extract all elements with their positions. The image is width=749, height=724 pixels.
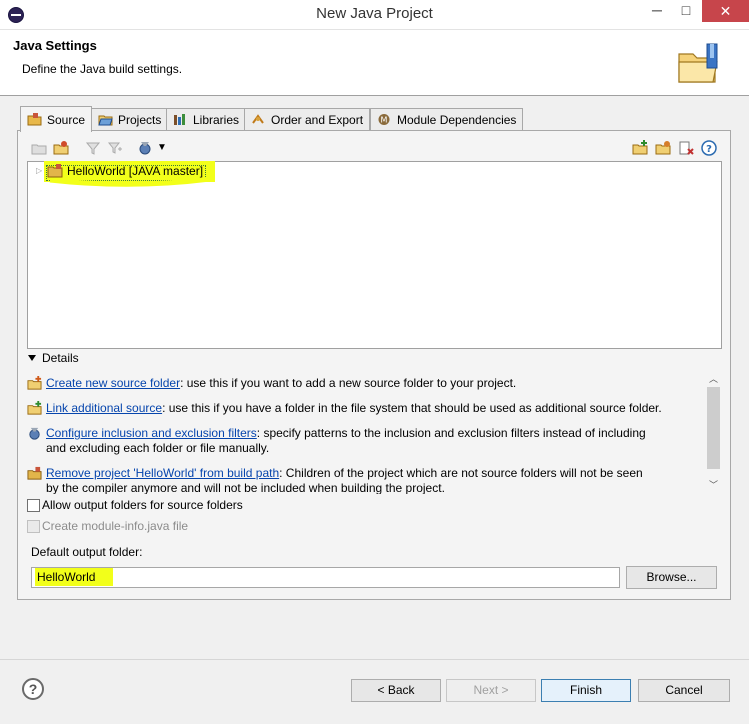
default-output-label: Default output folder: — [31, 545, 143, 559]
details-toggle[interactable]: Details — [28, 351, 79, 365]
highlight-stroke — [49, 176, 211, 187]
tab-label: Projects — [118, 112, 162, 127]
tab-label: Module Dependencies — [397, 112, 517, 127]
help-icon[interactable]: ? — [701, 140, 717, 156]
source-folder-icon — [27, 113, 42, 126]
collapse-icon — [28, 355, 36, 361]
filter-disabled-icon[interactable] — [85, 140, 101, 156]
tab-order-and-export[interactable]: Order and Export — [244, 108, 371, 130]
link-source-icon — [27, 401, 42, 415]
browse-button[interactable]: Browse... — [626, 566, 717, 589]
details-label: Details — [42, 351, 79, 365]
scroll-down-icon[interactable]: ﹀ — [705, 478, 722, 492]
tab-libraries[interactable]: Libraries — [166, 108, 247, 130]
filter-edit-disabled-icon[interactable] — [107, 140, 123, 156]
scroll-thumb[interactable] — [707, 387, 720, 469]
create-module-info-checkbox[interactable] — [27, 520, 40, 533]
detail-text: : use this if you want to add a new sour… — [180, 376, 517, 390]
maximize-button[interactable]: □ — [672, 0, 700, 22]
tab-module-dependencies[interactable]: M Module Dependencies — [370, 108, 524, 130]
link-source-icon[interactable] — [53, 140, 69, 156]
remove-from-build-path-icon[interactable] — [678, 140, 694, 156]
detail-text: : Children of the project which are not … — [279, 466, 643, 480]
link-additional-source-link[interactable]: Link additional source — [46, 401, 162, 415]
link-folder-icon[interactable] — [655, 140, 671, 156]
configure-filters-link[interactable]: Configure inclusion and exclusion filter… — [46, 426, 257, 440]
allow-output-label: Allow output folders for source folders — [42, 498, 243, 512]
remove-project-icon — [27, 466, 42, 480]
finish-button[interactable]: Finish — [541, 679, 631, 702]
tab-projects[interactable]: Projects — [91, 108, 169, 130]
tab-label: Order and Export — [271, 112, 364, 127]
create-source-folder-link[interactable]: Create new source folder — [46, 376, 180, 390]
minimize-button[interactable]: ─ — [643, 0, 671, 22]
detail-row-remove: Remove project 'HelloWorld' from build p… — [27, 466, 643, 494]
new-java-project-folder-icon — [678, 43, 718, 83]
details-scrollbar[interactable]: ︿ ﹀ — [705, 372, 722, 493]
detail-text: : use this if you have a folder in the f… — [162, 401, 662, 415]
remove-project-link[interactable]: Remove project 'HelloWorld' from build p… — [46, 466, 279, 480]
output-value: HelloWorld — [35, 568, 114, 586]
title-bar: New Java Project ─ □ ✕ — [0, 0, 749, 30]
detail-text-continued: by the compiler anymore and will not be … — [46, 481, 445, 494]
page-title: Java Settings — [13, 38, 97, 53]
allow-output-checkbox[interactable] — [27, 499, 40, 512]
separator — [0, 659, 749, 660]
order-export-icon — [252, 114, 264, 124]
configure-filters-icon[interactable] — [137, 140, 153, 156]
scroll-up-icon[interactable]: ︿ — [705, 372, 722, 386]
detail-text: : specify patterns to the inclusion and … — [256, 426, 646, 440]
module-icon: M — [378, 114, 390, 125]
tab-source[interactable]: Source — [20, 106, 93, 132]
window-title: New Java Project — [316, 5, 433, 22]
detail-row-link: Link additional source: use this if you … — [27, 401, 662, 416]
libraries-icon — [174, 114, 185, 125]
chevron-down-icon[interactable]: ▼ — [157, 142, 167, 153]
detail-row-configure: Configure inclusion and exclusion filter… — [29, 426, 646, 456]
create-source-folder-icon[interactable] — [632, 140, 648, 156]
expand-arrow-icon[interactable]: ▷ — [36, 166, 42, 175]
tab-label: Libraries — [193, 112, 240, 127]
close-button[interactable]: ✕ — [702, 0, 749, 22]
next-button[interactable]: Next > — [446, 679, 536, 702]
create-folder-icon — [27, 376, 42, 390]
detail-text-continued: and excluding each folder or file manual… — [46, 441, 270, 455]
svg-text:M: M — [381, 116, 388, 125]
detail-row-create: Create new source folder: use this if yo… — [27, 376, 517, 391]
source-tree — [27, 161, 722, 349]
back-button[interactable]: < Back — [351, 679, 441, 702]
configure-filters-icon — [29, 427, 40, 440]
svg-text:?: ? — [706, 144, 712, 155]
details-panel: Create new source folder: use this if yo… — [27, 372, 722, 494]
page-description: Define the Java build settings. — [22, 62, 183, 76]
create-module-info-label: Create module-info.java file — [42, 519, 189, 533]
default-output-field[interactable]: HelloWorld — [31, 567, 620, 588]
tab-label: Source — [47, 112, 86, 127]
help-icon[interactable]: ? — [22, 678, 44, 700]
projects-icon — [98, 115, 113, 126]
cancel-button[interactable]: Cancel — [638, 679, 730, 702]
add-folder-disabled-icon[interactable] — [31, 140, 47, 156]
